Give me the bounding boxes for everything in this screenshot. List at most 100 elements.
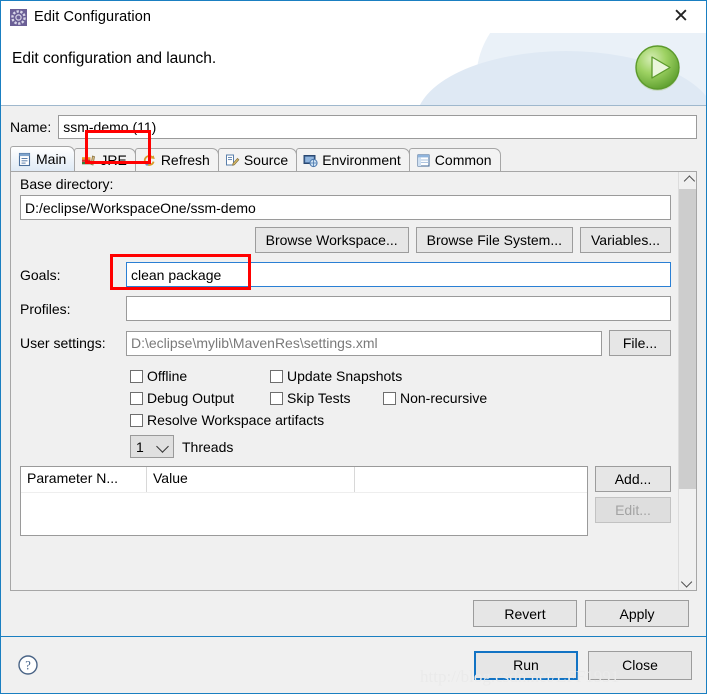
tab-source-label: Source (243, 152, 289, 168)
run-play-icon (631, 41, 684, 94)
checkbox-box (383, 391, 396, 405)
checkbox-skip-tests[interactable]: Skip Tests (270, 390, 383, 406)
goals-input[interactable] (126, 262, 671, 287)
name-row: Name: (10, 114, 697, 140)
checkbox-debug-output[interactable]: Debug Output (130, 390, 270, 406)
base-directory-label: Base directory: (20, 176, 114, 192)
checkbox-update-snapshots-label: Update Snapshots (287, 368, 403, 384)
apply-button[interactable]: Apply (585, 600, 689, 627)
common-icon (416, 153, 431, 168)
checkbox-line-1: Offline Update Snapshots (130, 365, 671, 387)
tab-main[interactable]: Main (10, 146, 76, 171)
source-icon (225, 153, 240, 168)
environment-icon (303, 153, 318, 168)
revert-apply-row: Revert Apply (10, 591, 697, 636)
checkbox-offline[interactable]: Offline (130, 368, 270, 384)
tab-main-label: Main (36, 151, 67, 167)
close-button[interactable]: Close (588, 650, 692, 680)
goals-row: Goals: (20, 262, 671, 287)
parameter-table-buttons: Add... Edit... (595, 466, 671, 590)
option-checkboxes: Offline Update Snapshots Debug Output Sk… (20, 365, 671, 431)
tab-bar: Main JRE Refresh Source Environment Comm… (10, 146, 697, 172)
table-header-row: Parameter N... Value (21, 467, 587, 492)
checkbox-box (270, 391, 283, 405)
checkbox-box (270, 369, 283, 383)
checkbox-skip-tests-label: Skip Tests (287, 390, 351, 406)
name-input[interactable] (58, 115, 697, 139)
profiles-row: Profiles: (20, 296, 671, 321)
dialog-footer: ? Run Close http://blog.csdn.net/LFF1991 (1, 636, 706, 693)
gear-icon (10, 8, 27, 26)
table-body (21, 492, 587, 535)
threads-stepper[interactable]: 1 (130, 435, 174, 458)
browse-workspace-button[interactable]: Browse Workspace... (254, 227, 409, 253)
profiles-label: Profiles: (20, 300, 71, 317)
tab-jre-label: JRE (100, 152, 127, 168)
scrollbar-track[interactable] (679, 189, 696, 573)
tab-refresh[interactable]: Refresh (134, 148, 219, 171)
parameter-table[interactable]: Parameter N... Value (20, 466, 588, 536)
table-row[interactable] (21, 492, 587, 515)
threads-value: 1 (136, 438, 144, 455)
threads-row: 1 Threads (20, 435, 671, 458)
checkbox-non-recursive[interactable]: Non-recursive (383, 390, 487, 406)
add-parameter-button[interactable]: Add... (595, 466, 671, 492)
user-settings-label: User settings: (20, 335, 106, 351)
tab-refresh-label: Refresh (160, 152, 210, 168)
checkbox-box (130, 369, 143, 383)
scrollbar-thumb[interactable] (679, 189, 696, 489)
chevron-down-icon (156, 440, 169, 453)
checkbox-debug-output-label: Debug Output (147, 390, 235, 406)
column-header-parameter-name: Parameter N... (21, 467, 147, 492)
checkbox-resolve-workspace-artifacts[interactable]: Resolve Workspace artifacts (130, 412, 324, 428)
main-tab-panel: Base directory: Browse Workspace... Brow… (10, 172, 697, 591)
tab-common[interactable]: Common (408, 148, 501, 171)
tab-environment-label: Environment (322, 152, 401, 168)
browse-file-system-button[interactable]: Browse File System... (415, 227, 573, 253)
refresh-icon (142, 153, 157, 168)
svg-text:?: ? (25, 659, 31, 673)
profiles-input[interactable] (126, 296, 671, 321)
variables-button[interactable]: Variables... (580, 227, 671, 253)
goals-label: Goals: (20, 266, 61, 283)
dialog-body: Name: Main (1, 106, 706, 636)
vertical-scrollbar[interactable] (678, 172, 696, 590)
dialog-header: Edit configuration and launch. (1, 33, 706, 106)
parameter-table-area: Parameter N... Value Add... Edit... (20, 466, 671, 590)
checkbox-box (130, 413, 143, 427)
checkbox-update-snapshots[interactable]: Update Snapshots (270, 368, 402, 384)
edit-parameter-button: Edit... (595, 497, 671, 523)
title-bar: Edit Configuration ✕ (1, 1, 706, 33)
tab-common-label: Common (434, 152, 492, 168)
checkbox-line-2: Debug Output Skip Tests Non-recursive (130, 387, 671, 409)
threads-label: Threads (182, 438, 234, 455)
column-header-spacer (355, 467, 587, 492)
close-icon[interactable]: ✕ (664, 3, 698, 29)
checkbox-resolve-workspace-artifacts-label: Resolve Workspace artifacts (147, 412, 325, 428)
tab-environment[interactable]: Environment (296, 148, 410, 171)
run-button[interactable]: Run (474, 650, 578, 680)
user-settings-input[interactable] (126, 330, 602, 356)
name-label: Name: (10, 119, 52, 135)
base-directory-input[interactable] (20, 195, 671, 220)
tab-jre[interactable]: JRE (74, 148, 136, 171)
checkbox-line-3: Resolve Workspace artifacts (130, 409, 671, 431)
column-header-value: Value (147, 467, 355, 492)
window-title: Edit Configuration (34, 9, 152, 25)
checkbox-offline-label: Offline (147, 368, 188, 384)
browse-button-row: Browse Workspace... Browse File System..… (20, 227, 671, 253)
scroll-down-icon[interactable] (679, 573, 696, 590)
jre-books-icon (81, 153, 96, 168)
checkbox-box (130, 391, 143, 405)
scroll-up-icon[interactable] (679, 172, 696, 189)
revert-button[interactable]: Revert (473, 600, 577, 627)
document-icon (17, 152, 32, 167)
checkbox-non-recursive-label: Non-recursive (400, 390, 488, 406)
main-tab-content: Base directory: Browse Workspace... Brow… (11, 172, 678, 590)
header-title: Edit configuration and launch. (12, 50, 217, 67)
user-settings-row: User settings: File... (20, 330, 671, 356)
tab-source[interactable]: Source (217, 148, 298, 171)
help-question-icon[interactable]: ? (17, 654, 39, 676)
edit-configuration-dialog: Edit Configuration ✕ Edit configuration … (0, 0, 707, 694)
user-settings-file-button[interactable]: File... (609, 330, 671, 356)
